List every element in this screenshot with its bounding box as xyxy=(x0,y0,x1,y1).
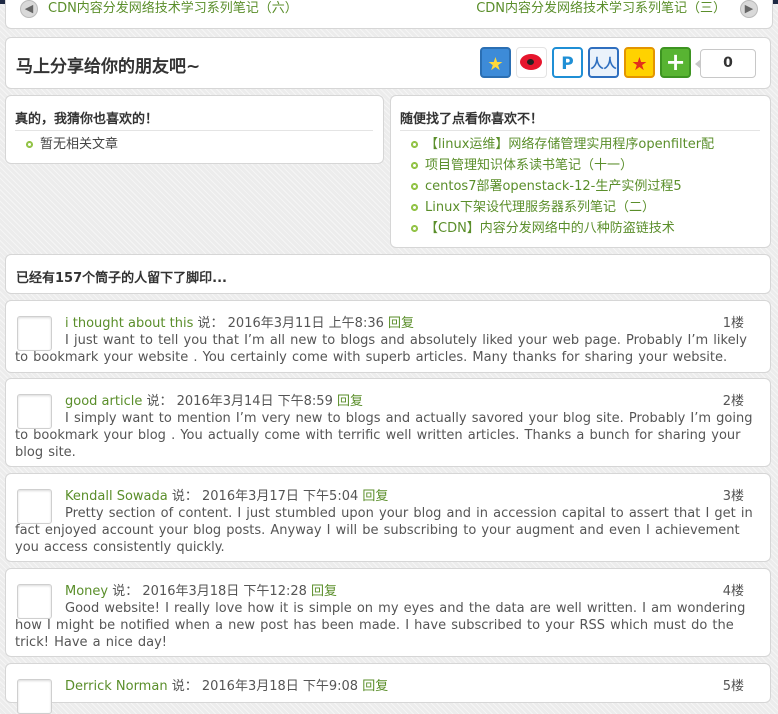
weibo-icon[interactable] xyxy=(516,47,547,78)
random-posts-list: 【linux运维】网络存储管理实用程序openfilter配 项目管理知识体系读… xyxy=(411,134,714,239)
comment-item: Kendall Sowada 说： 2016年3月17日 下午5:04 回复 3… xyxy=(5,473,771,562)
share-title: 马上分享给你的朋友吧~ xyxy=(16,57,201,77)
list-item[interactable]: 【linux运维】网络存储管理实用程序openfilter配 xyxy=(411,134,714,155)
list-item[interactable]: centos7部署openstack-12-生产实例过程5 xyxy=(411,176,714,197)
related-posts-title: 真的，我猜你也喜欢的！ xyxy=(15,108,373,131)
comment-author-link[interactable]: Kendall Sowada xyxy=(65,489,168,504)
comment-item: i thought about this 说： 2016年3月11日 上午8:3… xyxy=(5,300,771,373)
related-posts-list: 暂无相关文章 xyxy=(26,134,118,155)
pinterest-icon[interactable]: P xyxy=(552,47,583,78)
comment-meta: i thought about this 说： 2016年3月11日 上午8:3… xyxy=(65,315,414,332)
reply-link[interactable]: 回复 xyxy=(337,394,363,409)
avatar xyxy=(17,679,52,714)
next-post-link[interactable]: CDN内容分发网络技术学习系列笔记（三） xyxy=(476,0,726,18)
comment-meta: Kendall Sowada 说： 2016年3月17日 下午5:04 回复 xyxy=(65,488,388,505)
comment-item: good article 说： 2016年3月14日 下午8:59 回复 2楼 … xyxy=(5,378,771,467)
comment-text: Pretty section of content. I just stumbl… xyxy=(15,506,753,555)
share-count: 0 xyxy=(695,49,756,78)
comment-floor: 3楼 xyxy=(722,489,744,504)
renren-icon[interactable]: 人人 xyxy=(588,47,619,78)
comment-text: Good website! I really love how it is si… xyxy=(15,601,746,650)
comment-say-label: 说： xyxy=(197,316,224,331)
comment-floor: 1楼 xyxy=(722,316,744,331)
random-posts-panel: 随便找了点看你喜欢不！ 【linux运维】网络存储管理实用程序openfilte… xyxy=(390,95,771,248)
comment-say-label: 说： xyxy=(146,394,173,409)
comment-text: I just want to tell you that I’m all new… xyxy=(15,333,747,365)
chevron-left-icon[interactable]: ◀ xyxy=(20,0,38,18)
reply-link[interactable]: 回复 xyxy=(362,489,388,504)
reply-link[interactable]: 回复 xyxy=(388,316,414,331)
list-item[interactable]: 项目管理知识体系读书笔记（十一） xyxy=(411,155,714,176)
prev-post-link[interactable]: CDN内容分发网络技术学习系列笔记（六） xyxy=(48,0,298,18)
comment-say-label: 说： xyxy=(171,679,198,694)
comment-meta: Money 说： 2016年3月18日 下午12:28 回复 xyxy=(65,583,337,600)
comment-meta: good article 说： 2016年3月14日 下午8:59 回复 xyxy=(65,393,363,410)
comment-meta: Derrick Norman 说： 2016年3月18日 下午9:08 回复 xyxy=(65,678,388,695)
post-navigation: ◀ CDN内容分发网络技术学习系列笔记（六） CDN内容分发网络技术学习系列笔记… xyxy=(5,0,773,29)
kaixin-icon[interactable]: ★ xyxy=(624,47,655,78)
comment-item: Money 说： 2016年3月18日 下午12:28 回复 4楼 Good w… xyxy=(5,568,771,657)
reply-link[interactable]: 回复 xyxy=(311,584,337,599)
comment-author-link[interactable]: good article xyxy=(65,394,142,409)
list-item[interactable]: 【CDN】内容分发网络中的八种防盗链技术 xyxy=(411,218,714,239)
comment-say-label: 说： xyxy=(112,584,139,599)
chevron-right-icon[interactable]: ▶ xyxy=(740,0,758,18)
list-item[interactable]: Linux下架设代理服务器系列笔记（二） xyxy=(411,197,714,218)
comment-author-link[interactable]: Derrick Norman xyxy=(65,679,168,694)
comment-floor: 4楼 xyxy=(722,584,744,599)
comment-time: 2016年3月18日 下午12:28 xyxy=(142,584,307,599)
comment-author-link[interactable]: Money xyxy=(65,584,108,599)
related-posts-panel: 真的，我猜你也喜欢的！ 暂无相关文章 xyxy=(5,95,384,164)
comment-item: Derrick Norman 说： 2016年3月18日 下午9:08 回复 5… xyxy=(5,663,771,714)
comment-floor: 5楼 xyxy=(722,679,744,694)
comment-time: 2016年3月17日 下午5:04 xyxy=(202,489,359,504)
reply-link[interactable]: 回复 xyxy=(362,679,388,694)
comments-count-header: 已经有157个筒子的人留下了脚印... xyxy=(5,254,771,294)
comment-text: I simply want to mention I’m very new to… xyxy=(15,411,753,460)
comment-time: 2016年3月18日 下午9:08 xyxy=(201,679,359,694)
list-item: 暂无相关文章 xyxy=(26,134,118,155)
share-bar: 马上分享给你的朋友吧~ ★ P 人人 ★ + 0 xyxy=(5,37,771,89)
comment-say-label: 说： xyxy=(171,489,198,504)
comment-time: 2016年3月11日 上午8:36 xyxy=(227,316,384,331)
comment-floor: 2楼 xyxy=(722,394,744,409)
more-share-icon[interactable]: + xyxy=(660,47,691,78)
comments-count-text: 已经有157个筒子的人留下了脚印... xyxy=(16,271,227,286)
comment-author-link[interactable]: i thought about this xyxy=(65,316,193,331)
random-posts-title: 随便找了点看你喜欢不！ xyxy=(400,108,760,131)
comment-time: 2016年3月14日 下午8:59 xyxy=(176,394,333,409)
qzone-icon[interactable]: ★ xyxy=(480,47,511,78)
